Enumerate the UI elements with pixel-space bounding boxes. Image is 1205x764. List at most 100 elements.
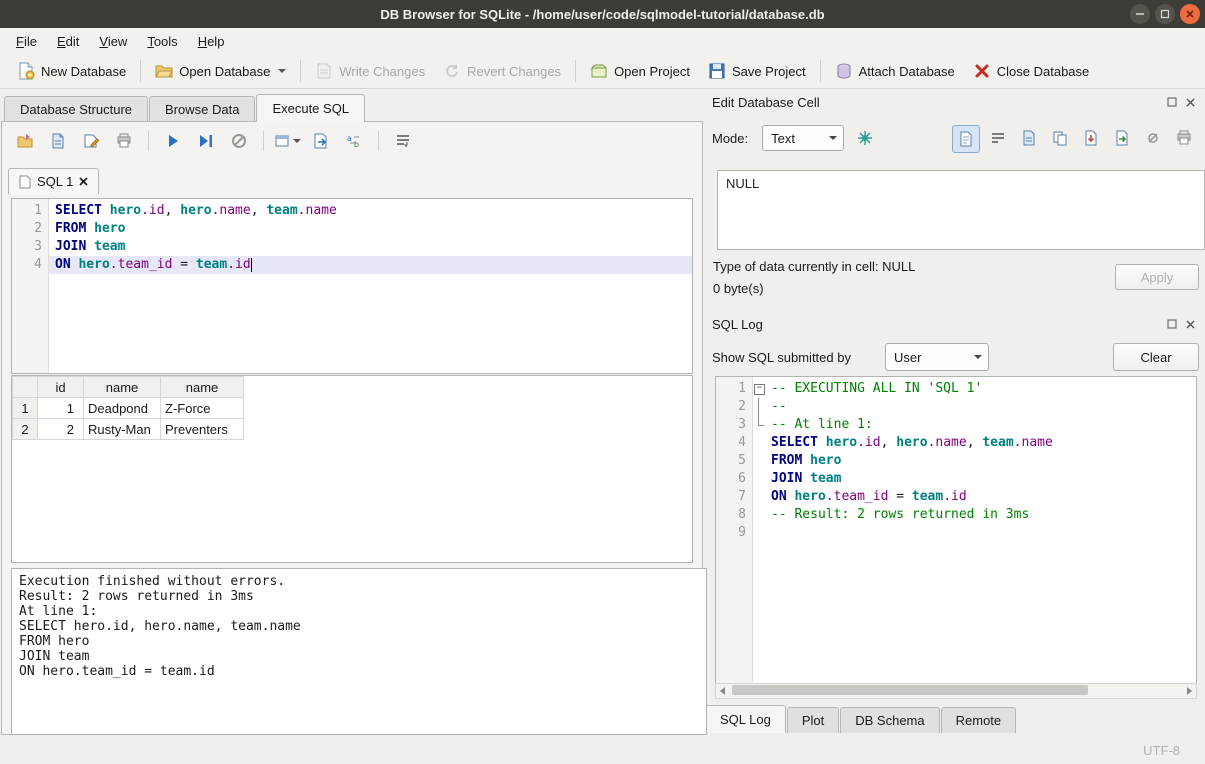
clear-log-button[interactable]: Clear bbox=[1113, 343, 1199, 371]
new-database-button[interactable]: New Database bbox=[8, 58, 135, 84]
open-database-button[interactable]: Open Database bbox=[146, 58, 295, 84]
results-cell[interactable]: 2 bbox=[38, 419, 84, 440]
revert-changes-button[interactable]: Revert Changes bbox=[434, 58, 570, 84]
editor-content[interactable]: SELECT hero.id, hero.name, team.nameFROM… bbox=[49, 199, 692, 373]
menu-help[interactable]: Help bbox=[188, 30, 235, 53]
results-column-header[interactable]: name bbox=[161, 377, 244, 398]
export-results-button[interactable] bbox=[308, 128, 334, 154]
code-token: -- At line 1: bbox=[771, 417, 873, 432]
editor-line[interactable]: JOIN team bbox=[49, 238, 692, 256]
code-token: SELECT bbox=[771, 435, 818, 450]
results-grid[interactable]: idnamename11DeadpondZ-Force22Rusty-ManPr… bbox=[11, 375, 693, 563]
import-cell-button[interactable] bbox=[1078, 125, 1104, 151]
button-label: Revert Changes bbox=[467, 64, 561, 79]
fold-marker[interactable] bbox=[753, 380, 765, 398]
stop-execution-button[interactable] bbox=[226, 128, 252, 154]
close-dock-icon[interactable] bbox=[1183, 317, 1197, 331]
editor-line[interactable]: ON hero.team_id = team.id bbox=[49, 256, 692, 274]
menu-edit[interactable]: Edit bbox=[47, 30, 89, 53]
word-wrap-cell-button[interactable] bbox=[985, 125, 1011, 151]
attach-database-button[interactable]: Attach Database bbox=[826, 58, 964, 84]
tab-remote[interactable]: Remote bbox=[941, 707, 1017, 733]
maximize-button[interactable] bbox=[1155, 4, 1175, 24]
collapse-icon[interactable] bbox=[754, 384, 765, 395]
results-corner[interactable] bbox=[13, 377, 38, 398]
table-row[interactable]: 22Rusty-ManPreventers bbox=[13, 419, 244, 440]
cell-editor-icons bbox=[952, 125, 1197, 153]
text-mode-button[interactable] bbox=[952, 125, 980, 153]
chevron-down-icon[interactable] bbox=[278, 69, 286, 73]
results-column-header[interactable]: name bbox=[84, 377, 161, 398]
save-project-button[interactable]: Save Project bbox=[699, 58, 815, 84]
fold-marker bbox=[753, 524, 765, 542]
write-changes-button[interactable]: Write Changes bbox=[306, 58, 434, 84]
log-content[interactable]: -- EXECUTING ALL IN 'SQL 1'---- At line … bbox=[765, 377, 1196, 683]
cell-value-editor[interactable]: NULL bbox=[717, 170, 1205, 250]
button-label: Open Database bbox=[179, 64, 270, 79]
open-sql-file-button[interactable] bbox=[12, 128, 38, 154]
export-results-icon bbox=[313, 133, 329, 149]
results-cell[interactable]: 1 bbox=[38, 398, 84, 419]
copy-cell-button[interactable] bbox=[1047, 125, 1073, 151]
log-filter-select[interactable]: User bbox=[885, 343, 989, 371]
float-dock-icon[interactable] bbox=[1165, 317, 1179, 331]
open-project-button[interactable]: Open Project bbox=[581, 58, 699, 84]
scroll-right-icon[interactable] bbox=[1187, 687, 1192, 695]
menu-tools[interactable]: Tools bbox=[137, 30, 187, 53]
tab-database-structure[interactable]: Database Structure bbox=[4, 96, 148, 122]
title-bar: DB Browser for SQLite - /home/user/code/… bbox=[0, 0, 1205, 28]
print-cell-button[interactable] bbox=[1171, 125, 1197, 151]
editor-line[interactable]: SELECT hero.id, hero.name, team.name bbox=[49, 202, 692, 220]
save-cell-button[interactable] bbox=[1016, 125, 1042, 151]
tab-sql-log[interactable]: SQL Log bbox=[705, 705, 786, 733]
table-row[interactable]: 11DeadpondZ-Force bbox=[13, 398, 244, 419]
sql-editor[interactable]: 1234 SELECT hero.id, hero.name, team.nam… bbox=[11, 198, 693, 374]
results-cell[interactable]: Deadpond bbox=[84, 398, 161, 419]
tab-plot[interactable]: Plot bbox=[787, 707, 839, 733]
code-token: hero bbox=[826, 435, 857, 450]
scroll-left-icon[interactable] bbox=[720, 687, 725, 695]
log-fold-margin[interactable] bbox=[753, 377, 765, 683]
code-token: team bbox=[810, 471, 841, 486]
row-header[interactable]: 1 bbox=[13, 398, 38, 419]
editor-line[interactable]: FROM hero bbox=[49, 220, 692, 238]
close-tab-icon[interactable] bbox=[79, 177, 88, 186]
scrollbar-thumb[interactable] bbox=[732, 685, 1088, 695]
close-database-button[interactable]: Close Database bbox=[964, 58, 1099, 84]
close-dock-icon[interactable] bbox=[1183, 95, 1197, 109]
menu-file[interactable]: File bbox=[6, 30, 47, 53]
tab-browse-data[interactable]: Browse Data bbox=[149, 96, 255, 122]
row-header[interactable]: 2 bbox=[13, 419, 38, 440]
log-horizontal-scrollbar[interactable] bbox=[715, 683, 1197, 699]
results-column-header[interactable]: id bbox=[38, 377, 84, 398]
results-cell[interactable]: Z-Force bbox=[161, 398, 244, 419]
execute-all-button[interactable] bbox=[160, 128, 186, 154]
close-window-button[interactable] bbox=[1180, 4, 1200, 24]
auto-mode-button[interactable] bbox=[852, 125, 878, 151]
results-table[interactable]: idnamename11DeadpondZ-Force22Rusty-ManPr… bbox=[12, 376, 244, 440]
new-sql-tab-button[interactable] bbox=[275, 128, 301, 154]
export-cell-button[interactable] bbox=[1109, 125, 1135, 151]
print-icon bbox=[116, 133, 132, 149]
sql-log-view[interactable]: 123456789 -- EXECUTING ALL IN 'SQL 1'---… bbox=[715, 376, 1197, 684]
save-sql-as-button[interactable] bbox=[78, 128, 104, 154]
code-token: team bbox=[912, 489, 943, 504]
minimize-button[interactable] bbox=[1130, 4, 1150, 24]
tab-execute-sql[interactable]: Execute SQL bbox=[256, 94, 365, 122]
apply-button[interactable]: Apply bbox=[1115, 264, 1199, 290]
sql-tab[interactable]: SQL 1 bbox=[8, 168, 99, 194]
chevron-down-icon[interactable] bbox=[293, 139, 301, 143]
menu-view[interactable]: View bbox=[89, 30, 137, 53]
mode-select[interactable]: Text bbox=[762, 125, 844, 151]
float-dock-icon[interactable] bbox=[1165, 95, 1179, 109]
word-wrap-button[interactable] bbox=[390, 128, 416, 154]
find-replace-button[interactable]: ab bbox=[341, 128, 367, 154]
print-sql-button[interactable] bbox=[111, 128, 137, 154]
set-null-button[interactable] bbox=[1140, 125, 1166, 151]
results-cell[interactable]: Rusty-Man bbox=[84, 419, 161, 440]
tab-db-schema[interactable]: DB Schema bbox=[840, 707, 939, 733]
code-token: hero bbox=[94, 221, 125, 236]
execute-current-line-button[interactable] bbox=[193, 128, 219, 154]
save-sql-file-button[interactable] bbox=[45, 128, 71, 154]
results-cell[interactable]: Preventers bbox=[161, 419, 244, 440]
